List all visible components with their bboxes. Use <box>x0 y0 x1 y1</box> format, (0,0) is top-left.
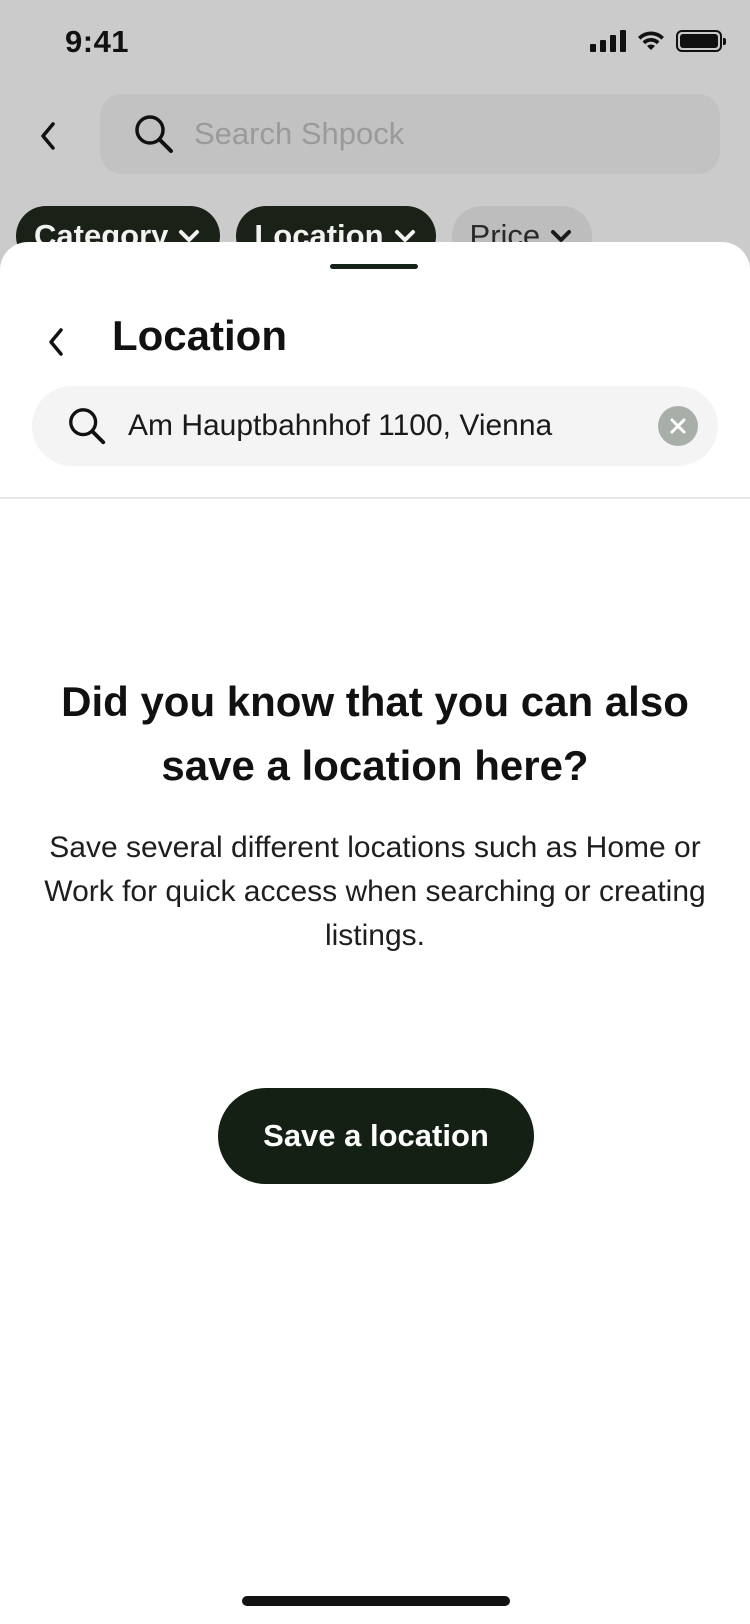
main-search-bar[interactable]: Search Shpock <box>100 94 720 174</box>
chevron-left-icon <box>41 122 55 150</box>
save-location-button[interactable]: Save a location <box>218 1088 534 1184</box>
location-sheet: Location Am Hauptbahnhof 1100, Vienna Di… <box>0 242 750 1624</box>
search-icon <box>135 115 173 153</box>
wifi-icon <box>638 31 664 50</box>
info-headline: Did you know that you can also save a lo… <box>61 678 689 789</box>
search-icon <box>69 408 106 445</box>
battery-icon <box>676 30 726 52</box>
back-button[interactable] <box>28 112 68 160</box>
sheet-back-button[interactable] <box>36 314 76 370</box>
chevron-left-icon <box>49 328 63 356</box>
divider <box>0 497 750 499</box>
status-bar: 9:41 <box>0 0 750 94</box>
sheet-title: Location <box>112 312 287 359</box>
home-indicator <box>242 1596 510 1606</box>
status-icons <box>590 30 726 52</box>
location-search-value[interactable]: Am Hauptbahnhof 1100, Vienna <box>128 409 718 443</box>
clear-search-button[interactable] <box>658 406 698 446</box>
info-body: Save several different locations such as… <box>44 831 706 952</box>
search-placeholder: Search Shpock <box>194 116 405 151</box>
location-search-field[interactable]: Am Hauptbahnhof 1100, Vienna <box>32 386 718 466</box>
clear-icon <box>670 418 686 434</box>
sheet-grabber[interactable] <box>330 264 418 269</box>
cellular-signal-icon <box>590 30 626 52</box>
status-time: 9:41 <box>65 24 130 59</box>
